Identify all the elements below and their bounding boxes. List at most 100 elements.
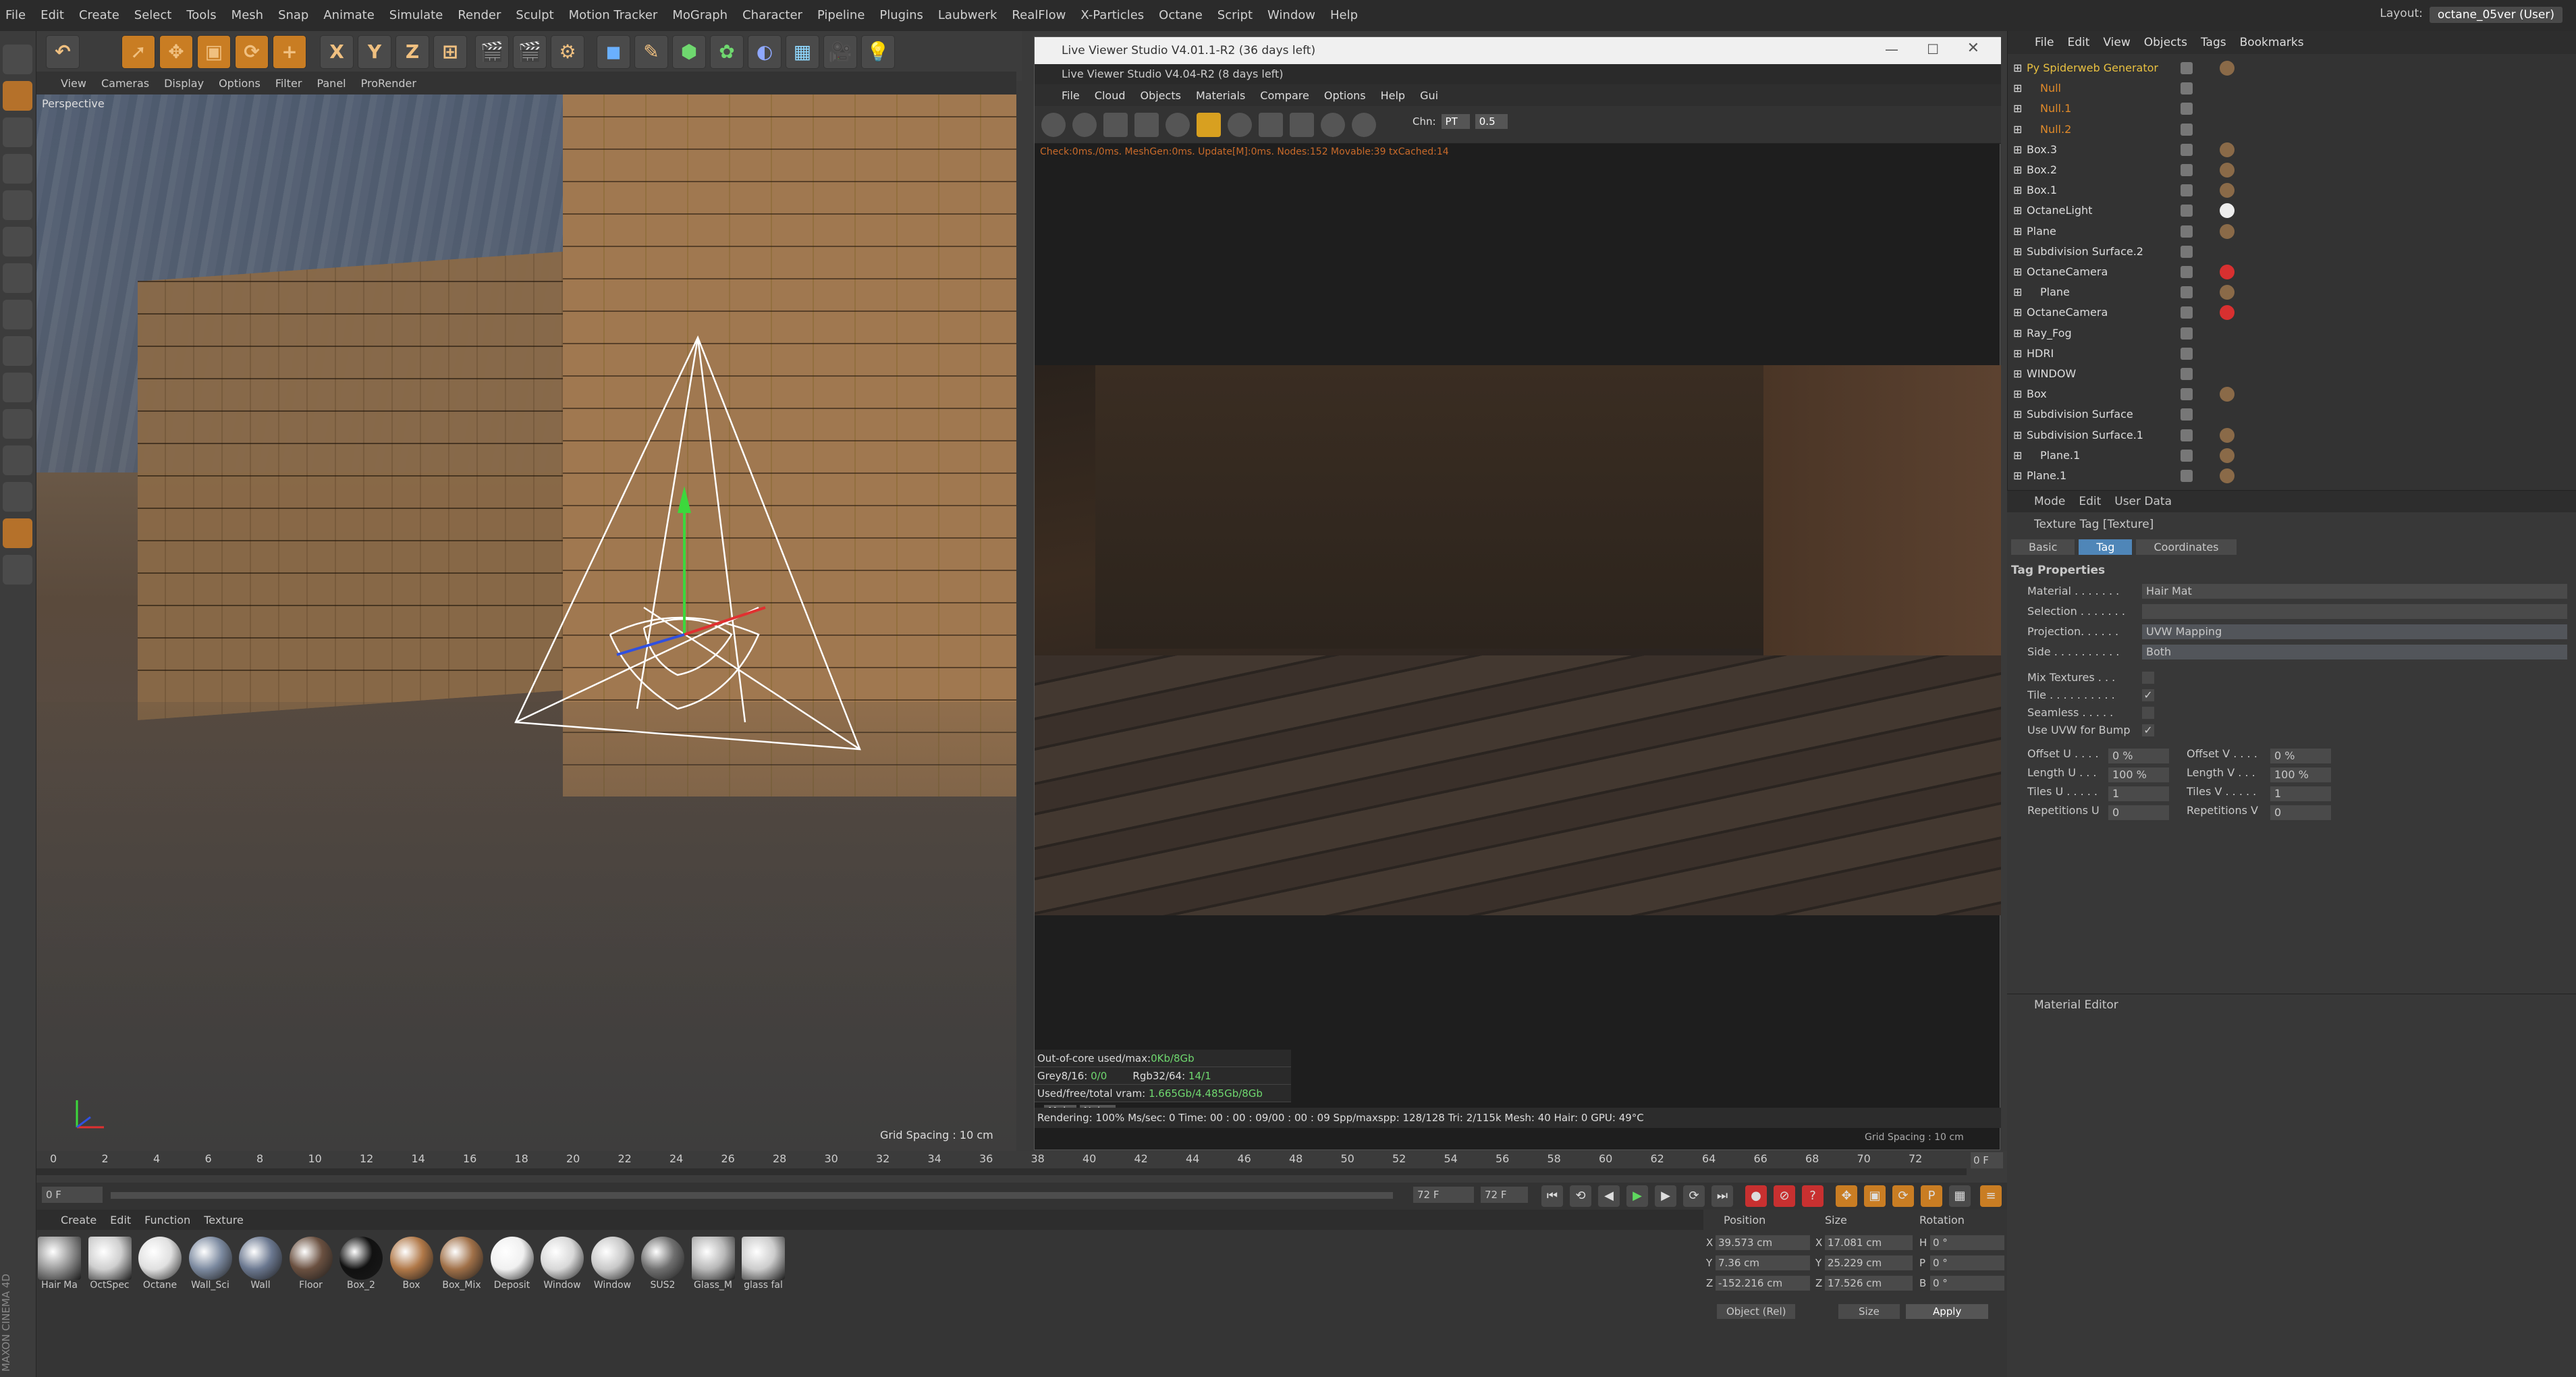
viewport-menu-options[interactable]: Options xyxy=(219,77,261,90)
om-menu-view[interactable]: View xyxy=(2103,36,2130,49)
object-row[interactable]: ⊞ Box.1 xyxy=(2008,180,2576,200)
tweak-mode-icon[interactable] xyxy=(3,336,32,366)
deformer-icon[interactable]: ◐ xyxy=(748,35,782,69)
render-picture-viewer-button[interactable]: 🎬 xyxy=(513,35,547,69)
material-swatch[interactable] xyxy=(339,1237,383,1280)
object-name[interactable]: Subdivision Surface.1 xyxy=(2027,425,2143,446)
menu-laubwerk[interactable]: Laubwerk xyxy=(938,8,997,28)
scale-key-icon[interactable]: ▣ xyxy=(1864,1185,1886,1207)
menu-character[interactable]: Character xyxy=(742,8,802,28)
pen-tool-icon[interactable]: ✎ xyxy=(634,35,668,69)
material-label[interactable]: OctSpec xyxy=(86,1280,134,1291)
viewport-solo-icon[interactable] xyxy=(3,373,32,402)
object-name[interactable]: Plane xyxy=(2040,282,2070,302)
expand-icon[interactable]: ⊞ xyxy=(2013,466,2022,486)
material-swatch[interactable] xyxy=(239,1237,282,1280)
visibility-icon[interactable] xyxy=(2181,266,2193,278)
visibility-icon[interactable] xyxy=(2181,306,2193,319)
menu-edit[interactable]: Edit xyxy=(40,8,64,28)
workplane-lock-icon[interactable] xyxy=(3,446,32,475)
material-label[interactable]: Window xyxy=(588,1280,637,1291)
length-u-field[interactable]: 100 % xyxy=(2108,767,2169,782)
material-field[interactable]: Hair Mat xyxy=(2142,584,2567,599)
channel-value[interactable]: 0.5 xyxy=(1475,114,1508,129)
object-row[interactable]: ⊞ Subdivision Surface xyxy=(2008,404,2576,425)
region-render-icon[interactable] xyxy=(1259,113,1283,137)
repetitions-u-field[interactable]: 0 xyxy=(2108,805,2169,820)
start-frame-field[interactable]: 0 F xyxy=(42,1187,103,1203)
expand-icon[interactable]: ⊞ xyxy=(2013,384,2022,404)
attr-menu-edit[interactable]: Edit xyxy=(2079,495,2101,508)
expand-icon[interactable]: ⊞ xyxy=(2013,302,2022,323)
material-label[interactable]: glass fal xyxy=(739,1280,788,1291)
pla-key-icon[interactable]: ▦ xyxy=(1949,1185,1971,1207)
material-swatch[interactable] xyxy=(641,1237,684,1280)
size-x-field[interactable]: 17.081 cm xyxy=(1825,1235,1913,1250)
visibility-icon[interactable] xyxy=(2181,245,2193,258)
menu-render[interactable]: Render xyxy=(458,8,501,28)
object-name[interactable]: Py Spiderweb Generator xyxy=(2027,58,2158,78)
lv-menu-options[interactable]: Options xyxy=(1324,89,1366,102)
seamless-checkbox[interactable] xyxy=(2142,707,2154,719)
material-swatch[interactable] xyxy=(38,1237,81,1280)
projection-dropdown[interactable]: UVW Mapping xyxy=(2142,624,2567,639)
next-frame-icon[interactable]: ▶ xyxy=(1655,1185,1676,1207)
object-row[interactable]: ⊞ OctaneLight xyxy=(2008,200,2576,221)
go-to-start-icon[interactable]: ⏮ xyxy=(1541,1185,1563,1207)
minimize-icon[interactable]: — xyxy=(1885,41,1898,57)
mat-menu-edit[interactable]: Edit xyxy=(110,1214,131,1226)
object-row[interactable]: ⊞ Ray_Fog xyxy=(2008,323,2576,344)
rotate-tool-button[interactable]: ⟳ xyxy=(235,35,269,69)
material-label[interactable]: Hair Ma xyxy=(35,1280,84,1291)
visibility-icon[interactable] xyxy=(2181,82,2193,95)
menu-realflow[interactable]: RealFlow xyxy=(1012,8,1066,28)
visibility-icon[interactable] xyxy=(2181,103,2193,115)
material-tag-icon[interactable] xyxy=(2220,427,2235,443)
mat-menu-create[interactable]: Create xyxy=(61,1214,97,1226)
material-tag-icon[interactable] xyxy=(2220,305,2235,321)
light-icon[interactable]: 💡 xyxy=(861,35,895,69)
object-row[interactable]: ⊞ HDRI xyxy=(2008,344,2576,364)
visibility-icon[interactable] xyxy=(2181,347,2193,360)
visibility-icon[interactable] xyxy=(2181,225,2193,238)
rotation-key-icon[interactable]: ⟳ xyxy=(1892,1185,1914,1207)
x-axis-button[interactable]: X xyxy=(320,35,354,69)
menu-sculpt[interactable]: Sculpt xyxy=(516,8,553,28)
size-y-field[interactable]: 25.229 cm xyxy=(1825,1256,1913,1270)
object-row[interactable]: ⊞ Box xyxy=(2008,384,2576,404)
menu-window[interactable]: Window xyxy=(1267,8,1315,28)
expand-icon[interactable]: ⊞ xyxy=(2013,364,2022,384)
tiles-u-field[interactable]: 1 xyxy=(2108,786,2169,801)
points-mode-icon[interactable] xyxy=(3,190,32,220)
floor-icon[interactable]: ▦ xyxy=(786,35,819,69)
attr-menu-user-data[interactable]: User Data xyxy=(2114,495,2172,508)
object-name[interactable]: WINDOW xyxy=(2027,364,2076,384)
material-tag-icon[interactable] xyxy=(2220,183,2235,198)
menu-x-particles[interactable]: X-Particles xyxy=(1080,8,1144,28)
object-row[interactable]: ⊞ OctaneCamera xyxy=(2008,302,2576,323)
tile-checkbox[interactable]: ✓ xyxy=(2142,689,2154,701)
expand-icon[interactable]: ⊞ xyxy=(2013,119,2022,140)
timeline-track[interactable] xyxy=(36,1168,1967,1175)
settings-gear-icon[interactable] xyxy=(1166,113,1190,137)
viewport-menu-filter[interactable]: Filter xyxy=(275,77,302,90)
texture-mode-icon[interactable] xyxy=(3,117,32,147)
create-tool-button[interactable]: + xyxy=(273,35,306,69)
lv-menu-compare[interactable]: Compare xyxy=(1260,89,1309,102)
render-settings-button[interactable]: ⚙ xyxy=(551,35,584,69)
end-frame-field-2[interactable]: 72 F xyxy=(1481,1187,1528,1203)
material-swatch[interactable] xyxy=(188,1237,232,1280)
expand-icon[interactable]: ⊞ xyxy=(2013,404,2022,425)
position-key-icon[interactable]: ✥ xyxy=(1836,1185,1857,1207)
menu-snap[interactable]: Snap xyxy=(278,8,308,28)
material-tag-icon[interactable] xyxy=(2220,203,2235,219)
visibility-icon[interactable] xyxy=(2181,164,2193,176)
viewport-menu-prorender[interactable]: ProRender xyxy=(361,77,416,90)
maximize-icon[interactable]: ☐ xyxy=(1927,41,1939,57)
mograph-icon[interactable]: ✿ xyxy=(710,35,744,69)
material-label[interactable]: Window xyxy=(538,1280,586,1291)
material-label[interactable]: Glass_M xyxy=(689,1280,738,1291)
menu-plugins[interactable]: Plugins xyxy=(879,8,923,28)
menu-mesh[interactable]: Mesh xyxy=(231,8,263,28)
material-label[interactable]: Octane xyxy=(136,1280,184,1291)
